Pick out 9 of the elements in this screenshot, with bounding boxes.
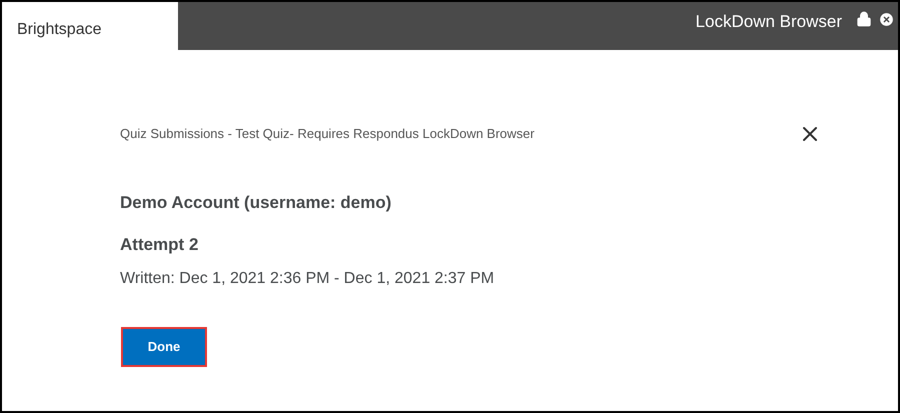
attempt-label: Attempt 2 [120, 234, 200, 256]
dialog-title: Quiz Submissions - Test Quiz- Requires Respondus LockDown Browser [120, 125, 534, 143]
browser-tab[interactable]: Brightspace [2, 2, 178, 50]
written-time: Written: Dec 1, 2021 2:36 PM - Dec 1, 2021 2:37 PM [120, 269, 496, 289]
app-title: LockDown Browser [696, 11, 842, 33]
user-name: Demo Account (username: demo) [120, 192, 392, 214]
done-button[interactable]: Done [123, 329, 205, 365]
lock-icon [856, 11, 872, 27]
close-icon[interactable] [878, 11, 895, 28]
